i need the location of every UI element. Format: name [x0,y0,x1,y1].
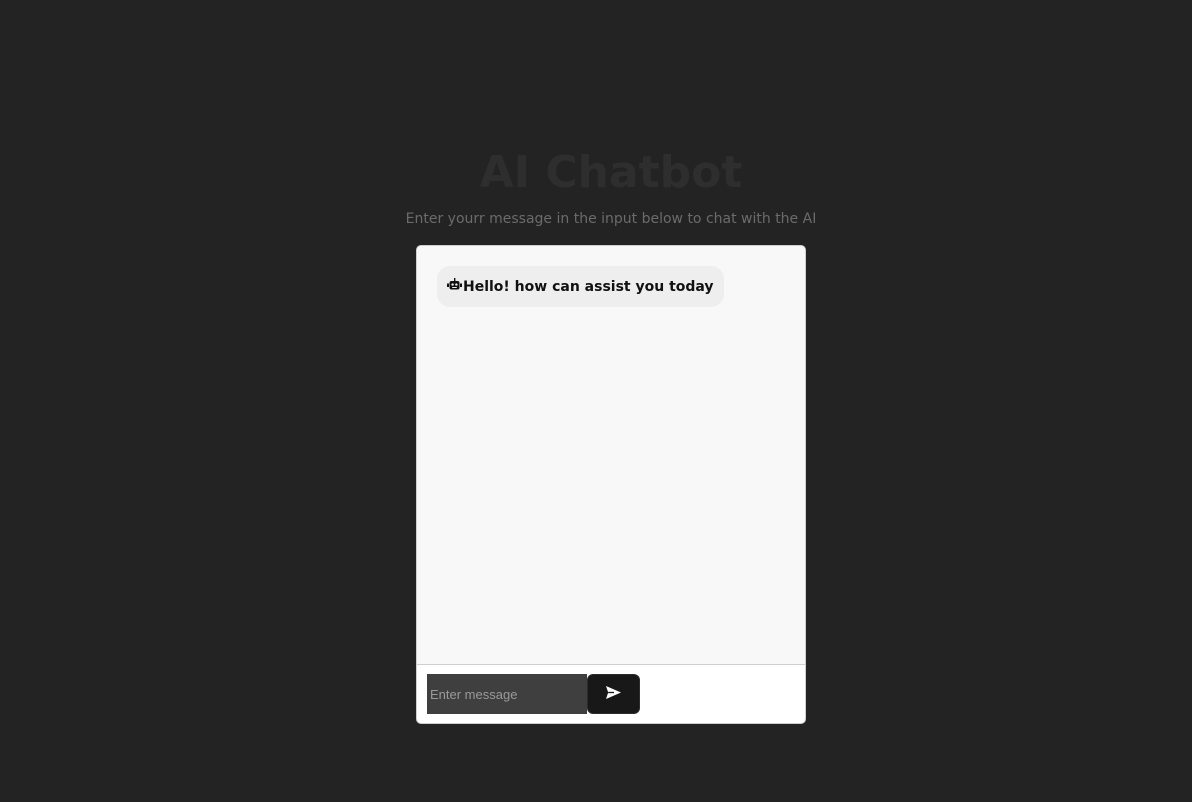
message-input[interactable] [427,674,587,714]
page: AI Chatbot Enter yourr message in the in… [0,0,1192,802]
page-title: AI Chatbot [479,147,743,198]
bot-message-bubble: Hello! how can assist you today [437,266,724,307]
send-icon [606,686,621,699]
page-subtitle: Enter yourr message in the input below t… [405,211,817,227]
composer [427,674,640,714]
send-button[interactable] [587,674,640,714]
chat-window: Hello! how can assist you today [416,245,806,724]
bot-message-text: Hello! how can assist you today [463,278,714,295]
robot-icon [447,277,462,292]
message-list[interactable]: Hello! how can assist you today [417,246,805,665]
